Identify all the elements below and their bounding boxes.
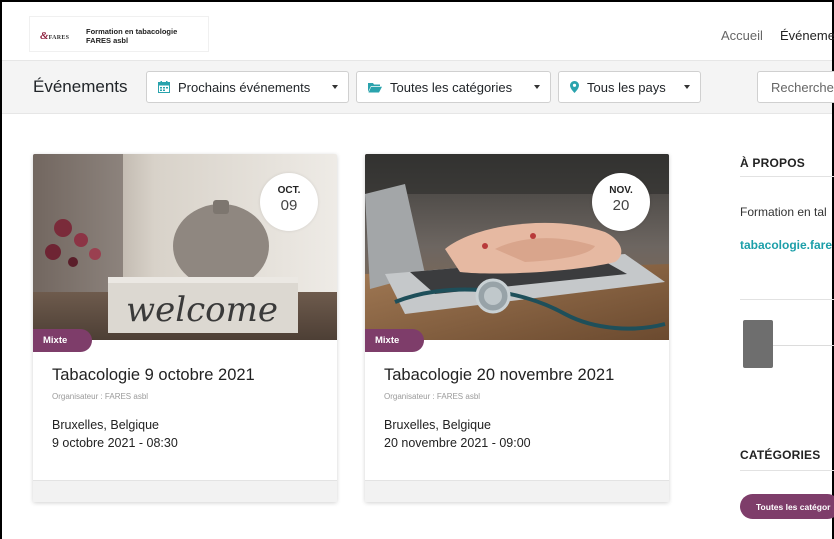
chevron-down-icon xyxy=(534,85,540,89)
categories-divider xyxy=(740,470,834,471)
country-filter-label: Tous les pays xyxy=(587,79,666,95)
country-filter-dropdown[interactable]: Tous les pays xyxy=(558,71,701,103)
about-divider xyxy=(740,176,834,177)
event-day: 20 xyxy=(612,197,630,214)
sidebar-widget-line xyxy=(773,345,834,346)
event-datetime: 9 octobre 2021 - 08:30 xyxy=(52,436,178,450)
category-filter-dropdown[interactable]: Toutes les catégories xyxy=(356,71,551,103)
event-card[interactable]: NOV. 20 Mixte Tabacologie 20 novembre 20… xyxy=(365,154,669,502)
folder-open-icon xyxy=(368,82,382,93)
date-filter-label: Prochains événements xyxy=(178,79,311,95)
event-date-badge: NOV. 20 xyxy=(592,173,650,231)
welcome-sign-text: welcome xyxy=(126,290,278,330)
event-card-body: Tabacologie 9 octobre 2021 Organisateur … xyxy=(33,340,337,480)
chevron-down-icon xyxy=(332,85,338,89)
site-logo[interactable]: &FARES Formation en tabacologie FARES as… xyxy=(29,16,209,52)
about-text: Formation en tal xyxy=(740,205,827,219)
page-title: Événements xyxy=(33,77,128,96)
event-card-footer xyxy=(365,480,669,502)
about-heading: À PROPOS xyxy=(740,156,805,170)
search-input[interactable]: Recherche... xyxy=(757,71,834,103)
category-filter-label: Toutes les catégories xyxy=(390,79,513,95)
site-header: &FARES Formation en tabacologie FARES as… xyxy=(2,2,834,60)
event-location: Bruxelles, Belgique xyxy=(384,418,492,432)
event-day: 09 xyxy=(280,197,298,214)
calendar-icon xyxy=(158,81,170,93)
about-website-link[interactable]: tabacologie.fare xyxy=(740,238,832,252)
event-card[interactable]: welcome OCT. 09 Mixte Tabacologie 9 octo… xyxy=(33,154,337,502)
sidebar-widget-thumbnail[interactable] xyxy=(743,320,773,368)
event-title[interactable]: Tabacologie 9 octobre 2021 xyxy=(52,366,255,385)
event-month: NOV. xyxy=(609,185,633,196)
date-filter-dropdown[interactable]: Prochains événements xyxy=(146,71,349,103)
event-organizer: Organisateur : FARES asbl xyxy=(384,392,481,401)
event-location: Bruxelles, Belgique xyxy=(52,418,160,432)
logo-mark: &FARES xyxy=(40,30,70,42)
event-card-footer xyxy=(33,480,337,502)
about-divider xyxy=(740,299,834,300)
nav-link-evenements[interactable]: Événements xyxy=(780,28,834,43)
event-datetime: 20 novembre 2021 - 09:00 xyxy=(384,436,531,450)
event-organizer: Organisateur : FARES asbl xyxy=(52,392,149,401)
nav-link-accueil[interactable]: Accueil xyxy=(721,28,763,43)
event-title[interactable]: Tabacologie 20 novembre 2021 xyxy=(384,366,614,385)
event-month: OCT. xyxy=(277,185,301,196)
event-card-body: Tabacologie 20 novembre 2021 Organisateu… xyxy=(365,340,669,480)
category-pill-all[interactable]: Toutes les catégor xyxy=(740,494,834,519)
event-date-badge: OCT. 09 xyxy=(260,173,318,231)
categories-heading: CATÉGORIES xyxy=(740,448,821,462)
map-marker-icon xyxy=(570,81,579,93)
chevron-down-icon xyxy=(684,85,690,89)
logo-text: Formation en tabacologie FARES asbl xyxy=(86,27,178,45)
events-toolbar: Événements Prochains événements Toutes l… xyxy=(2,60,834,114)
